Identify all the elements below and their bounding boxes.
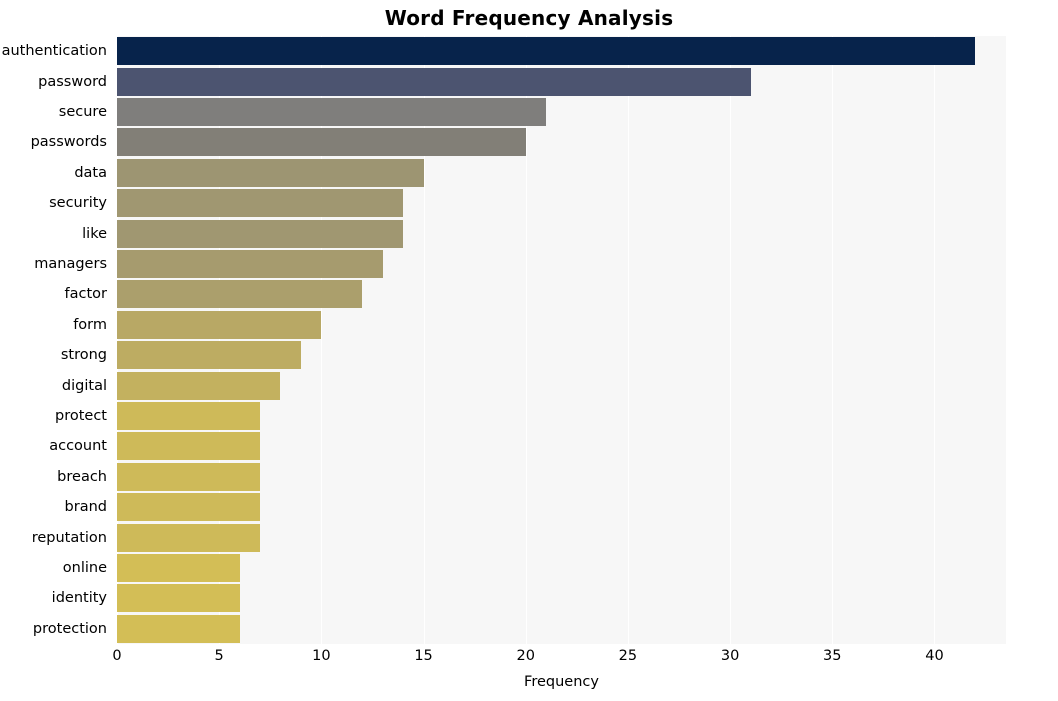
bar[interactable] (117, 584, 240, 613)
bar-row (117, 493, 1006, 522)
bar-row (117, 523, 1006, 552)
bar-row (117, 584, 1006, 613)
y-axis-tick-label: identity (51, 590, 107, 607)
bar[interactable] (117, 402, 261, 430)
x-axis-tick-label: 35 (823, 648, 842, 664)
y-axis-tick-label: strong (60, 347, 107, 364)
bar-row (117, 402, 1006, 430)
bar-row (117, 250, 1006, 278)
y-axis-tick-label: account (49, 438, 107, 455)
x-axis-tick-labels: 0 5 10 15 20 25 30 35 40 (112, 648, 1006, 670)
y-axis-tick-label: form (73, 316, 107, 333)
y-axis-tick-label: reputation (31, 529, 107, 546)
x-axis-tick-label: 10 (312, 648, 331, 664)
y-axis-tick-label: secure (58, 104, 107, 120)
x-axis-tick-label: 25 (618, 648, 638, 664)
plot-area (117, 36, 1006, 644)
bar[interactable] (117, 341, 301, 370)
bar[interactable] (117, 462, 261, 491)
y-axis-tick-label: protection (32, 620, 107, 637)
bar[interactable] (117, 280, 363, 309)
bar-row (117, 67, 1006, 96)
bar[interactable] (117, 158, 424, 187)
bar[interactable] (117, 98, 547, 126)
bar[interactable] (117, 310, 322, 339)
bar-row (117, 310, 1006, 339)
y-axis-tick-label: password (38, 73, 107, 90)
bar-row (117, 37, 1006, 66)
bar[interactable] (117, 250, 383, 278)
y-axis-tick-label: passwords (30, 134, 107, 151)
bar-row (117, 371, 1006, 400)
bar-row (117, 98, 1006, 126)
y-axis-tick-label: digital (61, 377, 107, 394)
y-axis-tick-label: factor (64, 286, 107, 303)
bar[interactable] (117, 37, 976, 66)
bar-row (117, 128, 1006, 157)
bar[interactable] (117, 614, 240, 643)
x-axis-tick-label: 0 (112, 648, 122, 664)
bar-row (117, 554, 1006, 582)
bar-row (117, 219, 1006, 248)
bar[interactable] (117, 432, 261, 461)
bar[interactable] (117, 189, 404, 218)
x-axis-tick-label: 40 (925, 648, 944, 664)
chart-title: Word Frequency Analysis (384, 6, 674, 30)
y-axis-tick-label: protect (55, 408, 107, 424)
y-axis-tick-label: brand (64, 499, 107, 516)
bar[interactable] (117, 128, 526, 157)
bar-row (117, 614, 1006, 643)
bar-row (117, 189, 1006, 218)
y-axis-tick-label: online (62, 560, 107, 576)
x-axis-tick-label: 5 (214, 648, 224, 664)
bars-layer (117, 36, 1006, 644)
bar[interactable] (117, 554, 240, 582)
bar-row (117, 341, 1006, 370)
bar[interactable] (117, 371, 281, 400)
bar-row (117, 158, 1006, 187)
x-axis-tick-label: 15 (414, 648, 433, 664)
y-axis-tick-label: managers (34, 256, 107, 272)
y-axis-tick-label: data (74, 164, 107, 181)
x-axis-tick-label: 20 (516, 648, 535, 664)
bar[interactable] (117, 493, 261, 522)
bar[interactable] (117, 523, 261, 552)
x-axis-tick-label: 30 (720, 648, 740, 664)
bar-row (117, 280, 1006, 309)
y-axis-tick-label: security (49, 195, 107, 212)
bar[interactable] (117, 67, 751, 96)
x-axis-title: Frequency (524, 674, 599, 690)
y-axis-tick-labels: authentication password secure passwords dat… (0, 36, 112, 644)
chart-container: Word Frequency Analysis authentication pa… (0, 0, 1058, 701)
y-axis-tick-label: breach (57, 468, 107, 485)
y-axis-tick-label: authentication (1, 43, 107, 60)
bar-row (117, 432, 1006, 461)
bar[interactable] (117, 219, 404, 248)
bar-row (117, 462, 1006, 491)
y-axis-tick-label: like (82, 225, 107, 242)
